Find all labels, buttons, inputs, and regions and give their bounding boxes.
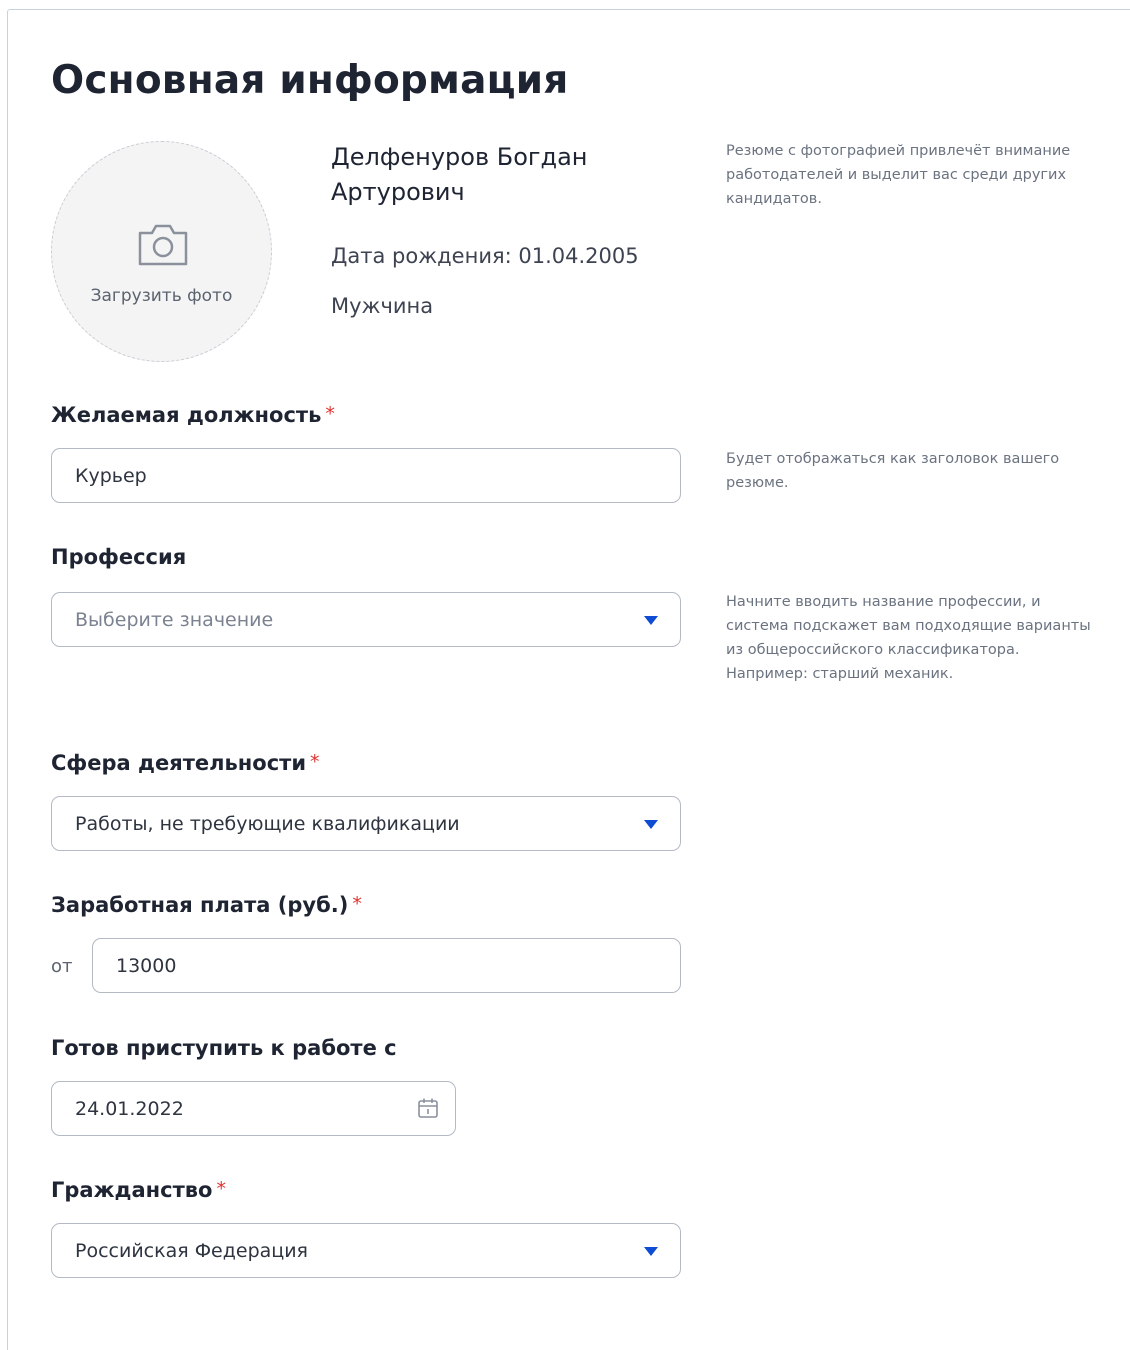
salary-label-text: Заработная плата (руб.): [51, 893, 349, 917]
gender: Мужчина: [331, 294, 434, 318]
birth-date: Дата рождения: 01.04.2005: [331, 244, 639, 268]
upload-photo-label: Загрузить фото: [90, 286, 233, 306]
profession-select[interactable]: Выберите значение: [51, 592, 681, 647]
required-mark: *: [352, 893, 362, 915]
required-mark: *: [325, 403, 335, 425]
start-date-value: 24.01.2022: [75, 1097, 184, 1120]
camera-icon: [138, 224, 188, 266]
desired-position-label: Желаемая должность *: [51, 403, 335, 427]
desired-position-label-text: Желаемая должность: [51, 403, 322, 427]
profession-placeholder: Выберите значение: [75, 608, 274, 631]
start-date-input[interactable]: 24.01.2022: [51, 1081, 456, 1136]
profession-label: Профессия: [51, 545, 187, 569]
salary-from-input[interactable]: 13000: [92, 938, 681, 993]
desired-position-input[interactable]: Курьер: [51, 448, 681, 503]
chevron-down-icon: [644, 820, 658, 829]
field-of-activity-label: Сфера деятельности *: [51, 751, 320, 775]
page-title: Основная информация: [51, 58, 569, 103]
chevron-down-icon: [644, 616, 658, 625]
citizenship-label-text: Гражданство: [51, 1178, 213, 1202]
desired-position-value: Курьер: [75, 464, 147, 487]
required-mark: *: [216, 1178, 226, 1200]
calendar-icon[interactable]: [417, 1097, 439, 1119]
start-date-label: Готов приступить к работе с: [51, 1036, 397, 1060]
salary-from-value: 13000: [116, 954, 177, 977]
photo-hint: Резюме с фотографией привлечёт внимание …: [726, 143, 1071, 207]
person-full-name: Делфенуров Богдан Артурович: [331, 143, 588, 206]
field-of-activity-value: Работы, не требующие квалификации: [75, 812, 460, 835]
field-of-activity-label-text: Сфера деятельности: [51, 751, 307, 775]
chevron-down-icon: [644, 1247, 658, 1256]
desired-position-hint: Будет отображаться как заголовок вашего …: [726, 451, 1060, 491]
citizenship-label: Гражданство *: [51, 1178, 226, 1202]
citizenship-select[interactable]: Российская Федерация: [51, 1223, 681, 1278]
upload-photo-button[interactable]: Загрузить фото: [51, 141, 272, 362]
field-of-activity-select[interactable]: Работы, не требующие квалификации: [51, 796, 681, 851]
required-mark: *: [310, 751, 320, 773]
salary-label: Заработная плата (руб.) *: [51, 893, 362, 917]
salary-from-label: от: [51, 956, 73, 977]
profession-hint: Начните вводить название профессии, и си…: [726, 594, 1091, 682]
citizenship-value: Российская Федерация: [75, 1239, 308, 1262]
